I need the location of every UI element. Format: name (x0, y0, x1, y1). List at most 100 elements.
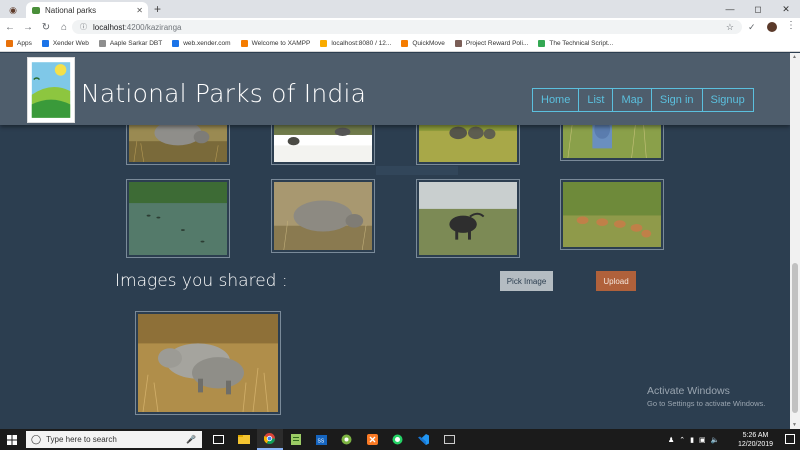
network-icon[interactable]: ▣ (699, 436, 706, 444)
bookmark-favicon-icon (98, 40, 106, 47)
bookmark-star-icon[interactable]: ☆ (726, 22, 734, 33)
site-header: National Parks of India Home List Map Si… (0, 53, 790, 125)
image-caption-strip (376, 166, 458, 175)
extension-icon[interactable]: ✓ (748, 22, 756, 33)
volume-icon[interactable]: 🔈 (711, 436, 720, 444)
task-view-icon[interactable] (206, 429, 232, 450)
scrollbar-thumb[interactable] (792, 263, 798, 413)
maximize-button[interactable]: ◻ (744, 0, 772, 18)
clock-date: 12/20/2019 (738, 441, 774, 448)
profile-avatar[interactable] (767, 22, 777, 32)
taskbar-search[interactable]: ◯ Type here to search 🎤 (26, 431, 202, 448)
notepad-plusplus-icon[interactable]: SS (308, 429, 334, 450)
bookmark-favicon-icon (401, 40, 409, 47)
system-tray: ♟ ⌃ ▮ ▣ 🔈 (668, 429, 724, 450)
forward-arrow-icon[interactable]: → (20, 22, 36, 33)
apps-grid-icon (6, 40, 13, 47)
microphone-icon[interactable]: 🎤 (186, 435, 196, 444)
nav-list[interactable]: List (579, 89, 614, 111)
people-icon[interactable]: ♟ (668, 436, 674, 444)
pinned-tab-icon: ◉ (9, 4, 17, 15)
android-studio-icon[interactable] (334, 429, 360, 450)
nav-home[interactable]: Home (533, 89, 580, 111)
notifications-icon[interactable] (785, 434, 795, 444)
bookmark-favicon-icon (454, 40, 462, 47)
search-icon: ◯ (31, 434, 42, 444)
address-bar[interactable]: ⓘ localhost:4200/kaziranga ☆ (72, 20, 742, 34)
whatsapp-icon[interactable] (385, 429, 411, 450)
site-title: National Parks of India (81, 79, 367, 108)
bookmark-label: Aaple Sarkar DBT (109, 40, 163, 47)
park-image-rhino-close[interactable] (271, 179, 375, 253)
bookmark-favicon-icon (240, 40, 248, 47)
bookmark-item[interactable]: web.xender.com (172, 40, 231, 47)
info-icon[interactable]: ⓘ (80, 22, 87, 32)
taskbar-clock[interactable]: 5:26 AM 12/20/2019 (738, 431, 773, 449)
pick-image-button[interactable]: Pick Image (500, 271, 553, 291)
main-nav: Home List Map Sign in Signup (532, 88, 754, 112)
chrome-icon[interactable] (257, 429, 283, 450)
taskbar-apps: SS (206, 429, 462, 450)
bookmark-label: localhost:8080 / 12... (331, 40, 392, 47)
bookmark-item[interactable]: Apps (6, 40, 32, 47)
park-image-deer[interactable] (560, 179, 664, 250)
park-image-wild-buffalo[interactable] (416, 179, 520, 258)
nav-map[interactable]: Map (613, 89, 652, 111)
bookmark-item[interactable]: localhost:8080 / 12... (320, 40, 391, 47)
site-logo[interactable] (27, 57, 75, 123)
shared-image-rhinos[interactable] (135, 311, 281, 415)
terminal-icon[interactable] (436, 429, 462, 450)
xampp-icon[interactable] (360, 429, 386, 450)
notepad-plus-icon[interactable] (283, 429, 309, 450)
battery-icon[interactable]: ▮ (690, 436, 694, 444)
bookmark-label: Xender Web (52, 40, 89, 47)
browser-tab-active[interactable]: National parks ✕ (26, 2, 148, 18)
back-arrow-icon[interactable]: ← (2, 22, 18, 33)
bookmark-item[interactable]: QuickMove (401, 40, 445, 47)
bookmark-item[interactable]: Welcome to XAMPP (240, 40, 311, 47)
page-scrollbar[interactable]: ▲ ▼ (790, 53, 800, 429)
tab-favicon-icon (32, 6, 40, 14)
vscode-icon[interactable] (411, 429, 437, 450)
tab-title: National parks (45, 5, 97, 15)
bookmark-item[interactable]: The Technical Script... (538, 40, 613, 47)
clock-time: 5:26 AM (742, 432, 769, 439)
bookmark-item[interactable]: Xender Web (41, 40, 89, 47)
reload-icon[interactable]: ↻ (38, 22, 54, 33)
pinned-tab[interactable]: ◉ (2, 2, 24, 18)
watermark-title: Activate Windows (647, 385, 730, 397)
tab-close-icon[interactable]: ✕ (136, 6, 143, 15)
shared-images-heading: Images you shared : (115, 271, 288, 291)
bookmark-favicon-icon (538, 40, 546, 47)
close-window-button[interactable]: ✕ (772, 0, 800, 18)
upload-button[interactable]: Upload (596, 271, 636, 291)
taskbar-search-placeholder: Type here to search (46, 435, 117, 444)
bookmark-label: Welcome to XAMPP (251, 40, 311, 47)
scroll-down-icon[interactable]: ▼ (792, 422, 797, 428)
browser-menu-icon[interactable]: ⋮ (786, 20, 796, 31)
nav-signup[interactable]: Signup (703, 89, 753, 111)
url-host: localhost (93, 22, 125, 32)
bookmark-favicon-icon (320, 40, 328, 47)
scroll-up-icon[interactable]: ▲ (792, 54, 797, 60)
nav-sign-in[interactable]: Sign in (652, 89, 703, 111)
bookmark-label: web.xender.com (183, 40, 231, 47)
windows-taskbar: ◯ Type here to search 🎤 SS ♟ ⌃ ▮ ▣ 🔈 5:2… (0, 429, 800, 450)
bookmark-label: QuickMove (412, 40, 445, 47)
browser-toolbar: ← → ↻ ⌂ ⓘ localhost:4200/kaziranga ☆ (0, 18, 800, 36)
window-controls: — ◻ ✕ (716, 0, 800, 18)
windows-start-button[interactable] (0, 429, 24, 450)
bookmark-item[interactable]: Project Reward Poli... (454, 40, 529, 47)
svg-text:SS: SS (317, 438, 324, 444)
windows-logo-icon (7, 434, 17, 445)
minimize-button[interactable]: — (716, 0, 744, 18)
new-tab-button[interactable]: + (154, 2, 161, 16)
park-image-river-ducks[interactable] (126, 179, 230, 258)
tray-chevron-icon[interactable]: ⌃ (679, 436, 685, 444)
home-icon[interactable]: ⌂ (56, 22, 72, 33)
url-path: :4200/kaziranga (124, 22, 182, 32)
file-explorer-icon[interactable] (232, 429, 258, 450)
bookmark-item[interactable]: Aaple Sarkar DBT (98, 40, 163, 47)
bookmark-label: Project Reward Poli... (465, 40, 529, 47)
browser-tabstrip: ◉ National parks ✕ + — ◻ ✕ (0, 0, 800, 18)
